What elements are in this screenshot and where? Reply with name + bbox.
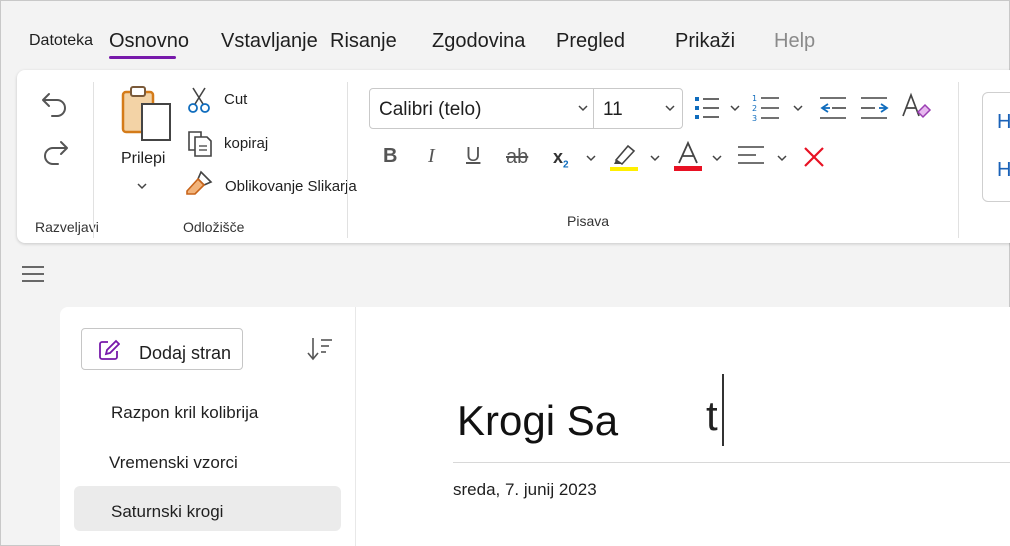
tab-draw[interactable]: Risanje	[330, 30, 397, 53]
font-size-value: 11	[603, 99, 623, 120]
undo-icon[interactable]	[40, 88, 70, 120]
tab-help[interactable]: Help	[774, 30, 815, 53]
cut-label[interactable]: Cut	[224, 91, 247, 108]
ribbon-separator	[93, 82, 94, 238]
style-preview-glyph: H	[997, 111, 1010, 133]
tab-home[interactable]: Osnovno	[109, 30, 189, 53]
svg-text:3: 3	[752, 114, 757, 123]
subscript-chevron-down-icon[interactable]	[585, 154, 597, 162]
paste-chevron-down-icon[interactable]	[136, 182, 148, 190]
styles-gallery[interactable]: H H	[982, 92, 1010, 202]
font-color-chevron-down-icon[interactable]	[711, 154, 723, 162]
bold-icon[interactable]: B	[383, 145, 397, 168]
align-icon[interactable]	[736, 144, 766, 170]
text-cursor	[722, 374, 724, 446]
strikethrough-icon[interactable]: ab	[506, 146, 528, 169]
highlight-icon[interactable]	[608, 142, 640, 172]
cut-icon[interactable]	[187, 86, 211, 114]
numbering-chevron-down-icon[interactable]	[792, 104, 804, 112]
font-size-select[interactable]: 11	[593, 88, 683, 129]
font-group-label: Pisava	[567, 213, 610, 229]
font-name-select[interactable]: Calibri (telo)	[369, 88, 595, 129]
underline-icon[interactable]: U	[466, 144, 480, 167]
tab-insert[interactable]: Vstavljanje	[221, 30, 318, 53]
list-item-page[interactable]: Vremenski vzorci	[72, 439, 339, 484]
style-preview-glyph: H	[997, 159, 1010, 181]
font-name-value: Calibri (telo)	[379, 99, 482, 120]
page-canvas[interactable]	[355, 307, 1010, 546]
copy-label[interactable]: kopiraj	[224, 135, 268, 152]
page-item-label: Razpon kril kolibrija	[111, 403, 259, 422]
svg-text:1: 1	[752, 94, 757, 103]
list-item-page[interactable]: Razpon kril kolibrija	[74, 389, 341, 434]
italic-icon[interactable]: I	[428, 145, 435, 168]
format-painter-icon[interactable]	[184, 170, 214, 198]
tab-review[interactable]: Pregled	[556, 30, 625, 53]
add-page-button[interactable]: Dodaj stran	[81, 328, 243, 370]
format-painter-label[interactable]: Oblikovanje Slikarja	[225, 178, 357, 195]
clear-formatting-icon[interactable]	[900, 92, 932, 122]
page-item-label: Saturnski krogi	[111, 502, 224, 521]
hamburger-icon[interactable]	[22, 266, 44, 282]
numbering-icon[interactable]: 1 2 3	[751, 92, 781, 124]
highlight-chevron-down-icon[interactable]	[649, 154, 661, 162]
new-page-icon	[99, 339, 120, 360]
tab-view[interactable]: Prikaži	[675, 30, 735, 53]
add-page-label: Dodaj stran	[139, 343, 232, 363]
page-title-trailing-text[interactable]: t	[706, 392, 718, 440]
align-chevron-down-icon[interactable]	[776, 154, 788, 162]
tab-file[interactable]: Datoteka	[29, 32, 93, 50]
svg-text:2: 2	[752, 104, 757, 113]
bullets-chevron-down-icon[interactable]	[729, 104, 741, 112]
font-color-icon[interactable]	[673, 141, 703, 172]
title-divider	[453, 462, 1010, 463]
decrease-indent-icon[interactable]	[818, 94, 848, 122]
chevron-down-icon	[665, 105, 675, 112]
ribbon-separator	[347, 82, 348, 238]
list-item-page-selected[interactable]: Saturnski krogi	[74, 486, 341, 531]
page-date: sreda, 7. junij 2023	[453, 480, 597, 499]
paste-icon[interactable]	[120, 84, 174, 146]
redo-icon[interactable]	[40, 136, 70, 168]
chevron-down-icon	[578, 105, 588, 112]
clipboard-group-label: Odložišče	[183, 219, 245, 235]
active-tab-indicator	[109, 56, 176, 59]
page-title[interactable]: Krogi Sa	[457, 397, 618, 445]
copy-icon[interactable]	[185, 128, 215, 158]
sort-icon[interactable]	[305, 336, 333, 362]
tab-history[interactable]: Zgodovina	[432, 30, 525, 53]
subscript-icon[interactable]: x2	[553, 147, 569, 171]
page-item-label: Vremenski vzorci	[109, 453, 238, 472]
delete-icon[interactable]	[801, 144, 827, 170]
bullets-icon[interactable]	[693, 94, 721, 122]
ribbon-separator	[958, 82, 959, 238]
increase-indent-icon[interactable]	[859, 94, 889, 122]
undo-group-label: Razveljavi	[35, 219, 99, 235]
paste-label[interactable]: Prilepi	[121, 150, 165, 168]
